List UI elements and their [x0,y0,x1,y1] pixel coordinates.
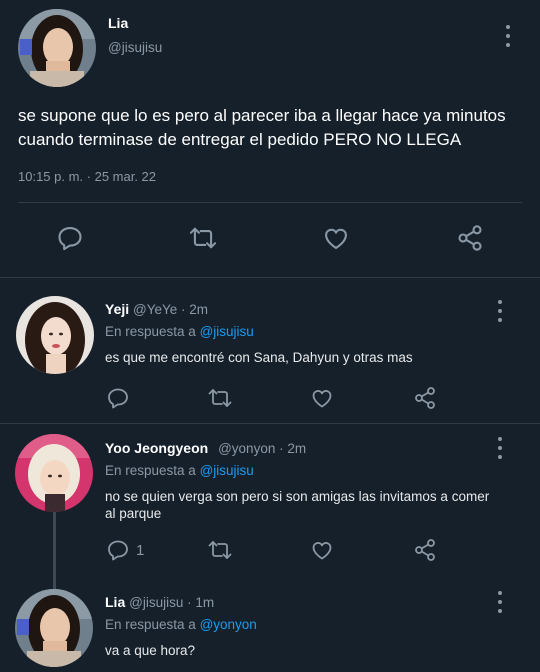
main-author-handle[interactable]: @jisujisu [108,40,162,55]
thread-line [53,512,56,590]
reply-2-author-meta[interactable]: @yonyon · 2m [218,441,306,456]
reply-to-link[interactable]: @jisujisu [200,463,254,478]
like-icon[interactable] [310,538,334,562]
main-tweet-text: se supone que lo es pero al parecer iba … [18,104,506,152]
more-icon[interactable] [497,300,503,322]
reply-3-author-name[interactable]: Lia [105,594,125,610]
reply-1-text: es que me encontré con Sana, Dahyun y ot… [105,350,413,365]
reply-to-prefix: En respuesta a [105,617,196,632]
share-icon[interactable] [412,538,438,562]
reply-2-text: no se quien verga son pero si son amigas… [105,488,489,522]
share-icon[interactable] [412,386,438,410]
reply-to-prefix: En respuesta a [105,324,196,339]
more-icon[interactable] [497,437,503,459]
reply-2-text-line2: al parque [105,506,162,521]
reply-1-header: Yeji @YeYe · 2m [105,301,208,317]
reply-2-header: Yoo Jeongyeon @yonyon · 2m [105,440,306,456]
reply-3-author-meta[interactable]: @jisujisu · 1m [129,595,214,610]
avatar-jeongyeon[interactable] [15,434,93,512]
main-tweet-text-line1: se supone que lo es pero al parecer iba … [18,106,506,125]
avatar-yeji[interactable] [16,296,94,374]
comment-icon[interactable] [56,224,84,252]
reply-2-text-line1: no se quien verga son pero si son amigas… [105,489,490,504]
divider [0,277,540,278]
main-tweet-text-line2: cuando terminase de entregar el pedido P… [18,130,462,149]
like-icon[interactable] [310,386,334,410]
reply-to-prefix: En respuesta a [105,463,196,478]
reply-3-text: va a que hora? [105,643,196,658]
reply-1-author-meta[interactable]: @YeYe · 2m [133,302,208,317]
reply-2-reply-to: En respuesta a @jisujisu [105,462,254,479]
more-icon[interactable] [505,25,511,47]
comment-icon[interactable] [106,386,130,410]
reply-3-header: Lia @jisujisu · 1m [105,594,214,610]
reply-1-author-name[interactable]: Yeji [105,301,129,317]
avatar-lia-main[interactable] [18,9,96,87]
reply-to-link[interactable]: @yonyon [200,617,257,632]
more-icon[interactable] [497,591,503,613]
retweet-icon[interactable] [188,224,218,252]
reply-3-reply-to: En respuesta a @yonyon [105,616,257,633]
reply-1-reply-to: En respuesta a @jisujisu [105,323,254,340]
main-tweet-timestamp: 10:15 p. m. · 25 mar. 22 [18,169,157,184]
like-icon[interactable] [322,224,350,252]
share-icon[interactable] [455,224,485,252]
reply-2-author-name[interactable]: Yoo Jeongyeon [105,440,208,456]
divider [18,202,522,203]
main-author-name[interactable]: Lia [108,15,128,31]
divider [0,423,540,424]
reply-count: 1 [136,542,145,559]
reply-to-link[interactable]: @jisujisu [200,324,254,339]
retweet-icon[interactable] [206,538,234,562]
comment-icon[interactable] [106,538,130,562]
avatar-lia-reply[interactable] [15,589,93,667]
retweet-icon[interactable] [206,386,234,410]
